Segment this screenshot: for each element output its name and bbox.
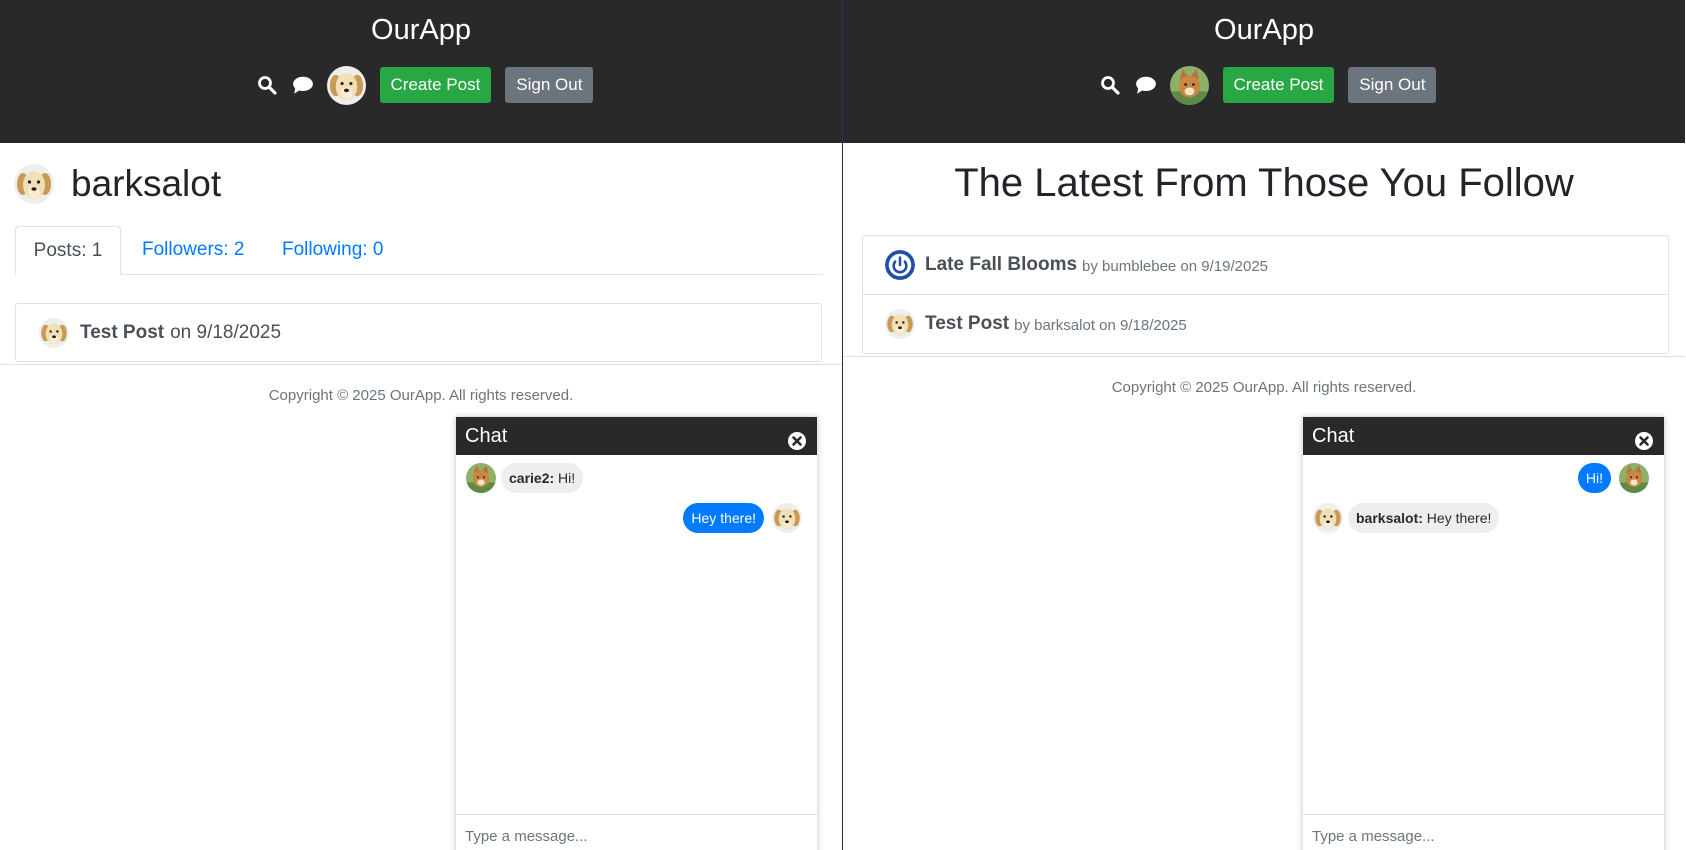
search-icon[interactable] — [1099, 74, 1121, 96]
tab-following[interactable]: Following: 0 — [282, 226, 383, 274]
chat-bubble: carie2: Hi! — [501, 463, 584, 493]
post-date: on 9/18/2025 — [170, 321, 282, 343]
feed-avatar — [885, 309, 915, 339]
feed-item-meta: by barksalot on 9/18/2025 — [1014, 317, 1187, 334]
feed-item[interactable]: Test Post by barksalot on 9/18/2025 — [863, 294, 1668, 353]
app-title-link[interactable]: OurApp — [843, 10, 1685, 50]
post-avatar — [39, 318, 69, 348]
profile-avatar — [14, 164, 54, 204]
chat-icon[interactable] — [292, 74, 314, 96]
chat-avatar — [1619, 463, 1649, 493]
create-post-button[interactable]: Create Post — [379, 67, 492, 103]
chat-avatar — [1313, 503, 1343, 533]
profile-header: barksalot — [14, 161, 221, 206]
chat-log[interactable]: carie2: Hi! Hey there! — [456, 455, 817, 814]
close-icon[interactable] — [787, 426, 807, 446]
footer-copyright: Copyright © 2025 OurApp. All rights rese… — [268, 387, 574, 404]
chat-sender: carie2: — [509, 470, 555, 486]
tab-followers[interactable]: Followers: 2 — [142, 226, 244, 274]
app-title-link[interactable]: OurApp — [0, 10, 842, 50]
chat-header: Chat — [1303, 417, 1664, 455]
profile-tabs: Posts: 1 Followers: 2 Following: 0 — [15, 226, 823, 275]
chat-message-input[interactable] — [456, 814, 817, 850]
tab-posts[interactable]: Posts: 1 — [15, 226, 121, 275]
feed-item-title[interactable]: Late Fall Blooms — [925, 254, 1077, 276]
post-title[interactable]: Test Post — [80, 322, 164, 344]
feed-list: Late Fall Blooms by bumblebee on 9/19/20… — [862, 235, 1669, 354]
close-icon[interactable] — [1634, 426, 1654, 446]
header-avatar[interactable] — [1170, 66, 1209, 105]
feed-item-meta: by bumblebee on 9/19/2025 — [1082, 258, 1269, 275]
chat-log[interactable]: Hi! barksalot: Hey there! — [1303, 455, 1664, 814]
chat-avatar — [772, 503, 802, 533]
chat-title: Chat — [1312, 425, 1355, 447]
chat-header: Chat — [456, 417, 817, 455]
site-header: OurApp Create Post Sign Out — [843, 0, 1685, 143]
header-nav: Create Post Sign Out — [0, 66, 842, 104]
chat-window: Chat carie2: Hi! Hey there! — [456, 417, 817, 850]
chat-bubble: Hey there! — [683, 503, 764, 533]
sign-out-button[interactable]: Sign Out — [505, 67, 594, 103]
footer-copyright: Copyright © 2025 OurApp. All rights rese… — [1111, 379, 1417, 396]
chat-sender: barksalot: — [1356, 510, 1423, 526]
chat-message: Hey there! — [466, 503, 802, 533]
header-avatar[interactable] — [327, 66, 366, 105]
footer-divider — [843, 356, 1685, 357]
chat-text: Hey there! — [1422, 510, 1492, 526]
chat-window: Chat Hi! barksalot: Hey there! — [1303, 417, 1664, 850]
chat-title: Chat — [465, 425, 508, 447]
sign-out-button[interactable]: Sign Out — [1348, 67, 1437, 103]
chat-avatar — [466, 463, 496, 493]
chat-text: Hi! — [554, 470, 576, 486]
power-icon — [885, 250, 915, 280]
header-nav: Create Post Sign Out — [843, 66, 1685, 104]
chat-bubble: Hi! — [1577, 463, 1611, 493]
chat-bubble: barksalot: Hey there! — [1348, 503, 1500, 533]
post-list-item[interactable]: Test Post on 9/18/2025 — [15, 303, 822, 362]
chat-icon[interactable] — [1135, 74, 1157, 96]
site-header: OurApp Create Post Sign Out — [0, 0, 842, 143]
create-post-button[interactable]: Create Post — [1222, 67, 1335, 103]
right-browser-pane: OurApp Create Post Sign Out The Latest F… — [843, 0, 1685, 850]
feed-item-title[interactable]: Test Post — [925, 313, 1009, 335]
search-icon[interactable] — [256, 74, 278, 96]
chat-message: carie2: Hi! — [466, 463, 802, 493]
footer-divider — [0, 364, 842, 365]
chat-message: Hi! — [1313, 463, 1649, 493]
page-title: The Latest From Those You Follow — [954, 161, 1574, 205]
chat-message-input[interactable] — [1303, 814, 1664, 850]
chat-message: barksalot: Hey there! — [1313, 503, 1649, 533]
feed-item[interactable]: Late Fall Blooms by bumblebee on 9/19/20… — [863, 236, 1668, 294]
left-browser-pane: OurApp Create Post Sign Out barksalot Po… — [0, 0, 842, 850]
profile-username: barksalot — [71, 163, 222, 204]
